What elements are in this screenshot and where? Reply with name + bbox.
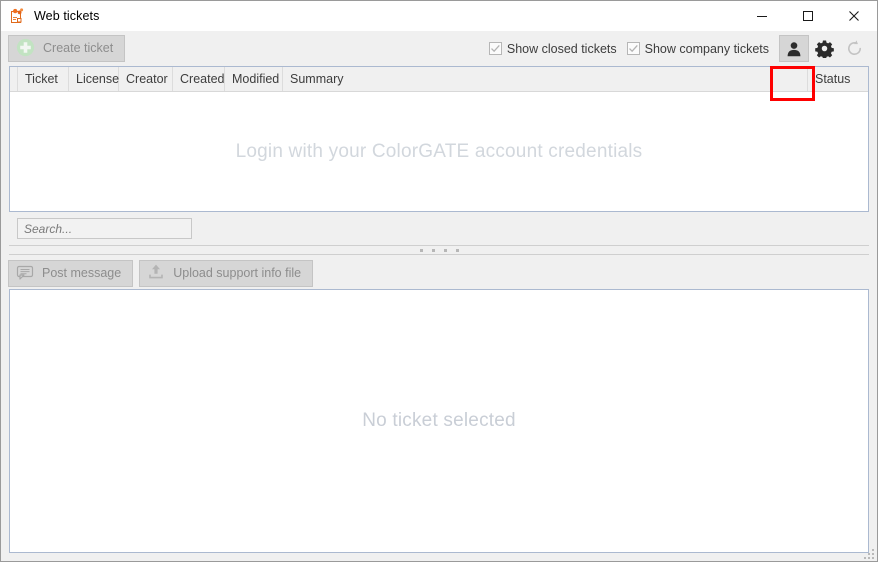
minimize-icon (757, 16, 767, 17)
create-ticket-button[interactable]: Create ticket (8, 35, 126, 62)
login-prompt-message: Login with your ColorGATE account creden… (235, 140, 643, 162)
column-header-creator[interactable]: Creator (119, 67, 173, 91)
maximize-button[interactable] (785, 1, 831, 31)
show-closed-tickets-label: Show closed tickets (506, 41, 617, 56)
minimize-button[interactable] (739, 1, 785, 31)
column-header-status[interactable]: Status (808, 67, 868, 91)
column-header-ticket[interactable]: Ticket (18, 67, 69, 91)
column-header-license[interactable]: License (69, 67, 119, 91)
title-bar[interactable]: Web tickets (1, 1, 877, 31)
splitter-line-bottom (9, 254, 869, 255)
splitter-line-top (9, 245, 869, 246)
column-header-modified[interactable]: Modified (225, 67, 283, 91)
column-header-summary[interactable]: Summary (283, 67, 808, 91)
plus-circle-icon (16, 38, 35, 60)
gear-icon (814, 40, 834, 58)
check-icon (490, 44, 500, 53)
web-tickets-icon (9, 8, 25, 24)
detail-toolbar: Post message Upload support info file (1, 257, 877, 289)
resize-grip[interactable] (863, 548, 875, 560)
refresh-button[interactable] (839, 35, 869, 62)
ticket-list-pane: Ticket License Creator Created Modified … (1, 66, 877, 239)
checkbox-box (626, 42, 640, 55)
message-icon (16, 264, 34, 283)
show-company-tickets-checkbox[interactable]: Show company tickets (626, 41, 769, 56)
ticket-table: Ticket License Creator Created Modified … (9, 66, 869, 212)
main-toolbar: Create ticket Show closed tickets Show c… (1, 31, 877, 101)
search-row (9, 212, 869, 239)
settings-button[interactable] (809, 35, 839, 62)
no-ticket-selected-message: No ticket selected (362, 410, 516, 431)
post-message-label: Post message (42, 265, 122, 280)
ticket-detail-box: No ticket selected (9, 289, 869, 553)
pane-splitter[interactable] (1, 243, 877, 257)
show-company-tickets-label: Show company tickets (644, 41, 769, 56)
account-button[interactable] (779, 35, 809, 62)
maximize-icon (803, 11, 813, 21)
table-corner-cell (10, 67, 18, 91)
window-title: Web tickets (34, 9, 100, 23)
show-closed-tickets-checkbox[interactable]: Show closed tickets (488, 41, 617, 56)
toolbar-right-group: Show closed tickets Show company tickets (488, 31, 869, 66)
close-button[interactable] (831, 1, 877, 31)
refresh-icon (847, 40, 861, 55)
table-header-row: Ticket License Creator Created Modified … (10, 67, 868, 92)
upload-icon (147, 263, 165, 283)
post-message-button[interactable]: Post message (8, 259, 134, 287)
upload-support-info-label: Upload support info file (173, 265, 302, 280)
create-ticket-label: Create ticket (43, 41, 114, 56)
person-icon (787, 41, 801, 56)
check-icon (628, 44, 638, 53)
splitter-grip-dots (419, 248, 459, 252)
window-controls (739, 1, 877, 31)
checkbox-box (488, 42, 502, 55)
search-input[interactable] (17, 218, 192, 239)
close-icon (849, 11, 859, 21)
ticket-table-body: Login with your ColorGATE account creden… (10, 92, 868, 211)
column-header-created[interactable]: Created (173, 67, 225, 91)
web-tickets-window: Web tickets Create ticket Show closed ti… (0, 0, 878, 562)
ticket-detail-pane: No ticket selected (1, 289, 877, 561)
upload-support-info-button[interactable]: Upload support info file (139, 259, 314, 287)
